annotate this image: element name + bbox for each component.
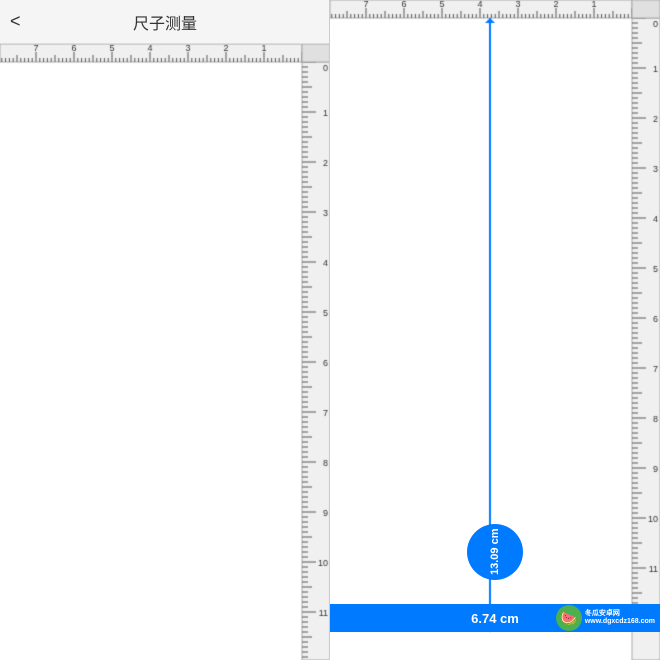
vertical-measurement-bubble: 13.09 cm — [467, 524, 523, 580]
app-title: 尺子测量 — [133, 10, 197, 34]
right-panel: 13.09 cm 6.74 cm 🍉 冬瓜安卓网www.dgxcdz168.co… — [330, 0, 660, 660]
horizontal-measurement-value: 6.74 cm — [471, 611, 519, 626]
logo-text: 冬瓜安卓网www.dgxcdz168.com — [585, 610, 655, 627]
logo-area: 🍉 冬瓜安卓网www.dgxcdz168.com — [556, 604, 655, 632]
left-panel: < 尺子测量 — [0, 0, 330, 660]
logo-icon: 🍉 — [556, 605, 582, 631]
horizontal-measurement-bar: 6.74 cm 🍉 冬瓜安卓网www.dgxcdz168.com — [330, 604, 660, 632]
app-header: < 尺子测量 — [0, 0, 330, 44]
left-ruler-canvas — [0, 0, 330, 660]
back-button[interactable]: < — [10, 11, 21, 32]
